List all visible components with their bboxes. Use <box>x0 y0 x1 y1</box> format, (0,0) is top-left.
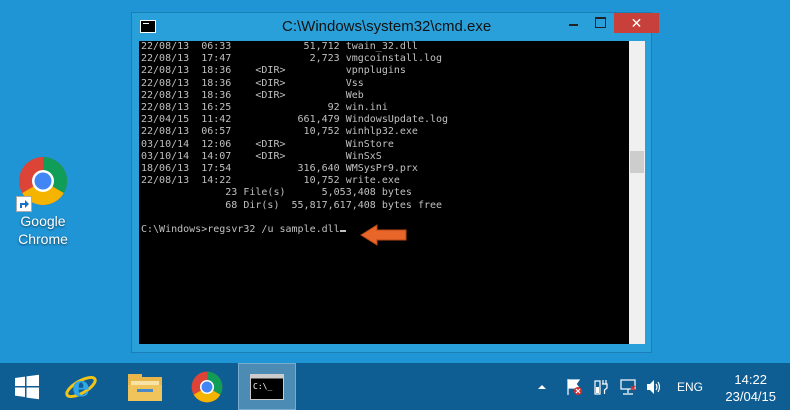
window-titlebar[interactable]: C:\Windows\system32\cmd.exe ✕ <box>132 13 659 41</box>
folder-icon <box>128 373 162 401</box>
taskbar-file-explorer[interactable] <box>118 363 172 410</box>
annotation-arrow-icon <box>360 224 407 246</box>
clock-time: 14:22 <box>734 372 767 387</box>
tray-clock[interactable]: 14:22 23/04/15 <box>725 371 776 405</box>
taskbar-command-prompt[interactable]: C:\_ <box>238 363 296 410</box>
tray-language[interactable]: ENG <box>677 363 703 410</box>
cmd-window[interactable]: C:\Windows\system32\cmd.exe ✕ 22/08/13 0… <box>131 12 659 353</box>
console-line: 03/10/14 14:07 <DIR> WinSxS <box>141 150 382 162</box>
tray-power[interactable] <box>593 363 609 410</box>
close-icon: ✕ <box>630 15 643 31</box>
console-output[interactable]: 22/08/13 06:33 51,712 twain_32.dll 22/08… <box>139 41 629 344</box>
taskbar-internet-explorer[interactable]: e <box>54 363 108 410</box>
chevron-up-icon <box>538 384 546 389</box>
maximize-button[interactable] <box>587 13 614 33</box>
svg-text:C:\_: C:\_ <box>253 382 272 391</box>
desktop-icon-google-chrome[interactable]: Google Chrome <box>10 156 76 248</box>
console-line: 22/08/13 18:36 <DIR> vpnplugins <box>141 65 406 77</box>
console-line: 22/08/13 14:22 10,752 write.exe <box>141 175 400 187</box>
tray-action-center[interactable] <box>566 363 582 410</box>
battery-plug-icon <box>594 379 608 395</box>
chrome-icon <box>16 156 68 212</box>
cmd-icon: C:\_ <box>250 373 284 400</box>
scrollbar-thumb[interactable] <box>630 151 644 173</box>
vertical-scrollbar[interactable] <box>629 41 645 344</box>
close-button[interactable]: ✕ <box>614 13 659 33</box>
chrome-icon <box>191 371 223 402</box>
console-line: 22/08/13 18:36 <DIR> Vss <box>141 77 364 89</box>
shortcut-arrow-icon <box>16 196 32 212</box>
console-line: 23/04/15 11:42 661,479 WindowsUpdate.log <box>141 114 449 126</box>
internet-explorer-icon: e <box>65 370 97 403</box>
console-line: 22/08/13 18:36 <DIR> Web <box>141 89 364 101</box>
flag-icon <box>567 378 582 395</box>
taskbar: e C:\_ ENG 14:22 23/04/15 <box>0 363 790 410</box>
console-prompt: C:\Windows> <box>141 224 208 236</box>
clock-date: 23/04/15 <box>725 389 776 404</box>
start-button[interactable] <box>0 363 54 410</box>
console-line: 03/10/14 12:06 <DIR> WinStore <box>141 138 394 150</box>
speaker-icon <box>647 379 661 394</box>
tray-network[interactable] <box>619 363 637 410</box>
console-line: 22/08/13 16:25 92 win.ini <box>141 102 388 114</box>
console-line: 22/08/13 06:57 10,752 winhlp32.exe <box>141 126 418 138</box>
window-title: C:\Windows\system32\cmd.exe <box>282 18 492 35</box>
windows-logo-icon <box>15 374 39 399</box>
console-line: 22/08/13 17:47 2,723 vmgcoinstall.log <box>141 53 443 65</box>
console-line: 18/06/13 17:54 316,640 WMSysPr9.prx <box>141 163 418 175</box>
text-cursor <box>339 230 346 233</box>
tray-overflow-chevron[interactable] <box>536 363 548 410</box>
cmd-app-icon[interactable] <box>140 20 156 33</box>
console-command: regsvr32 /u sample.dll <box>207 224 340 236</box>
tray-volume[interactable] <box>645 363 663 410</box>
network-icon <box>620 378 636 395</box>
svg-text:e: e <box>72 370 90 403</box>
console-line: 23 File(s) 5,053,408 bytes <box>141 187 412 199</box>
minimize-button[interactable] <box>560 13 587 33</box>
taskbar-google-chrome[interactable] <box>180 363 234 410</box>
desktop-icon-label: Google Chrome <box>18 213 68 247</box>
console-line: 22/08/13 06:33 51,712 twain_32.dll <box>141 41 418 52</box>
console-line: 68 Dir(s) 55,817,617,408 bytes free <box>141 199 443 211</box>
